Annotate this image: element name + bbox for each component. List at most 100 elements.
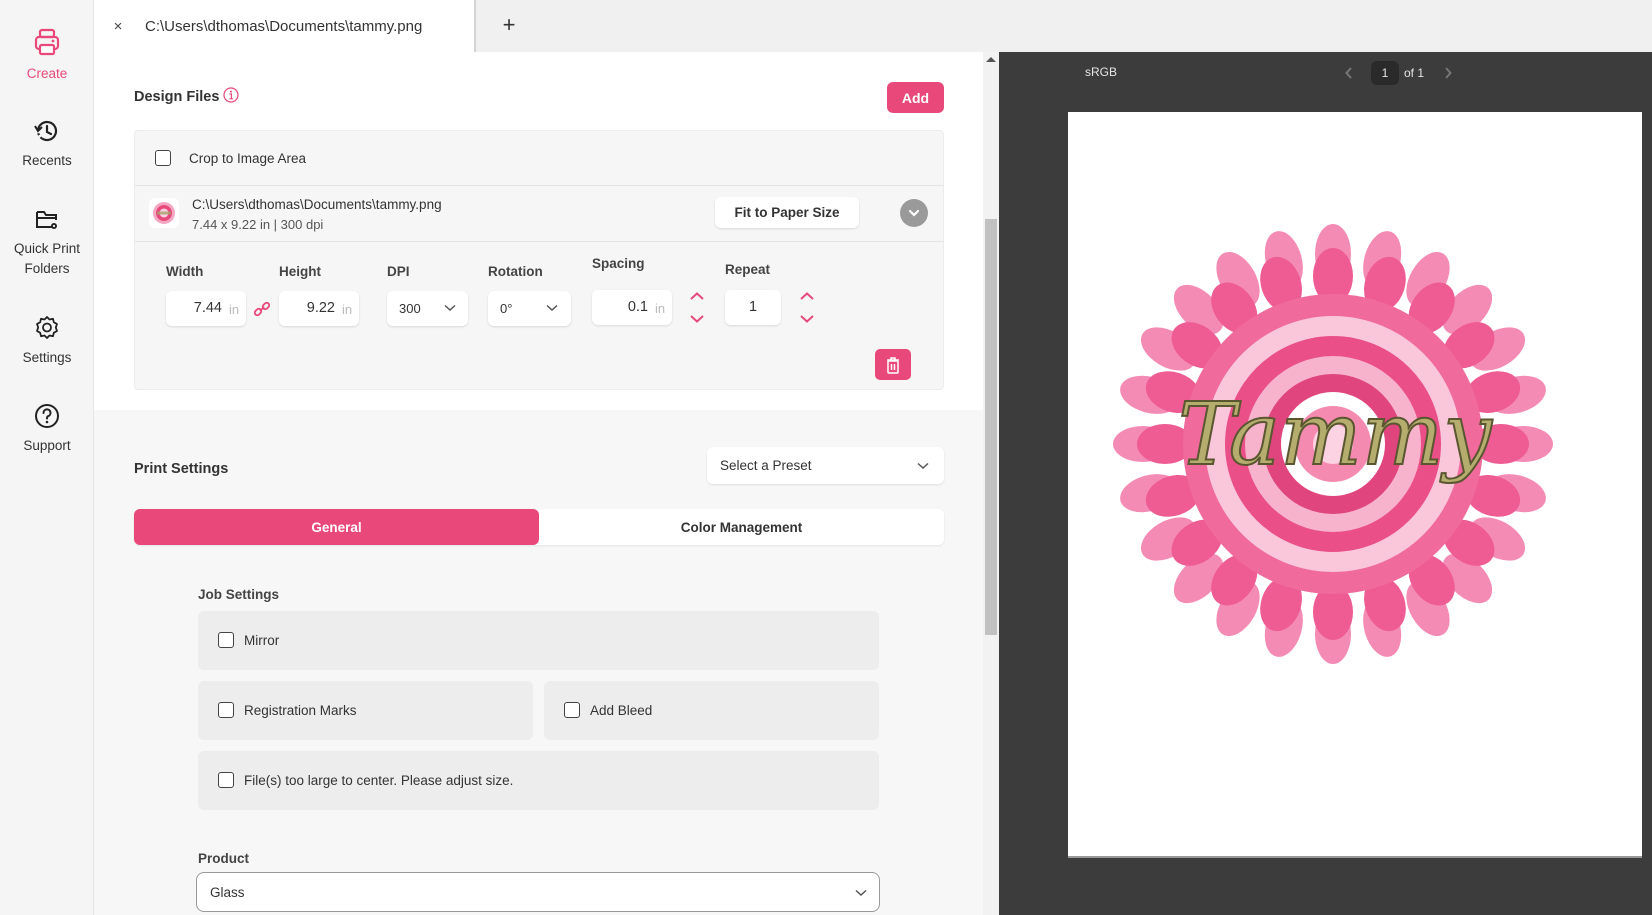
tab-bar: × C:\Users\dthomas\Documents\tammy.png +	[94, 0, 1652, 52]
preview-panel: sRGB 1 of 1 Tammy	[999, 52, 1652, 915]
chevron-down-icon	[908, 209, 920, 217]
link-aspect-icon[interactable]	[253, 300, 271, 318]
spacing-field[interactable]: in	[592, 290, 672, 325]
delete-file-button[interactable]	[875, 349, 911, 380]
chevron-down-icon	[444, 304, 456, 312]
page-total-label: of 1	[1404, 66, 1424, 80]
print-settings-tabs: General Color Management	[134, 509, 944, 545]
chevron-down-icon	[800, 315, 814, 323]
nav-label: Quick Print Folders	[13, 241, 81, 276]
page-navigator: 1 of 1	[1339, 61, 1458, 85]
artwork-text: Tammy	[1178, 385, 1493, 485]
add-design-file-button[interactable]: Add	[887, 82, 944, 113]
registration-marks-label: Registration Marks	[244, 703, 357, 718]
print-settings-title: Print Settings	[134, 461, 229, 477]
repeat-label: Repeat	[725, 262, 771, 277]
dpi-select[interactable]: 300	[387, 291, 468, 326]
product-select[interactable]: Glass	[196, 872, 880, 912]
nav-item-settings[interactable]: Settings	[0, 314, 94, 368]
chevron-right-icon	[1445, 67, 1452, 79]
design-file-card: Crop to Image Area C:\Users\dthomas\Docu…	[134, 130, 944, 390]
rotation-label: Rotation	[488, 264, 543, 279]
registration-marks-checkbox[interactable]	[218, 702, 234, 718]
nav-label: Create	[26, 66, 68, 81]
color-profile-label: sRGB	[1085, 65, 1118, 79]
product-value: Glass	[210, 885, 245, 900]
preset-select[interactable]: Select a Preset	[707, 447, 944, 484]
file-row: C:\Users\dthomas\Documents\tammy.png 7.4…	[135, 186, 943, 242]
chevron-down-icon	[917, 462, 929, 470]
job-settings-title: Job Settings	[198, 587, 280, 602]
tab-title: C:\Users\dthomas\Documents\tammy.png	[145, 17, 423, 35]
fit-to-paper-size-button[interactable]: Fit to Paper Size	[715, 197, 859, 228]
page-total: 1	[1417, 66, 1425, 80]
height-field[interactable]: in	[279, 291, 359, 326]
nav-label: Recents	[22, 153, 72, 168]
spacing-input[interactable]	[596, 299, 648, 315]
mirror-option: Mirror	[198, 611, 879, 670]
page-number-input[interactable]: 1	[1371, 61, 1399, 85]
gear-icon	[36, 316, 58, 339]
nav-item-support[interactable]: Support	[0, 402, 94, 456]
trash-icon	[887, 356, 899, 374]
chevron-up-icon	[690, 292, 704, 300]
design-files-title: Design Files	[134, 89, 220, 105]
height-input[interactable]	[283, 300, 335, 316]
tab-color-management[interactable]: Color Management	[539, 509, 944, 545]
crop-row: Crop to Image Area	[135, 131, 943, 186]
spacing-stepper[interactable]	[689, 291, 705, 325]
product-label: Product	[198, 851, 250, 866]
rotation-select[interactable]: 0°	[488, 291, 571, 326]
nav-item-quick-print-folders[interactable]: Quick Print Folders	[0, 207, 94, 279]
mirror-checkbox[interactable]	[218, 632, 234, 648]
repeat-input[interactable]	[729, 299, 777, 315]
rotation-value: 0°	[500, 301, 513, 316]
nav-label: Support	[23, 438, 71, 453]
mirror-label: Mirror	[244, 633, 280, 648]
info-icon[interactable]	[223, 87, 239, 103]
too-large-checkbox[interactable]	[218, 772, 234, 788]
dpi-value: 300	[399, 301, 421, 316]
nav-label: Settings	[22, 350, 72, 365]
add-bleed-checkbox[interactable]	[564, 702, 580, 718]
file-meta: 7.44 x 9.22 in | 300 dpi	[192, 217, 324, 232]
of-label: of	[1404, 66, 1415, 80]
repeat-field[interactable]	[725, 290, 781, 325]
tab-general[interactable]: General	[134, 509, 539, 545]
folder-gear-icon	[36, 211, 57, 229]
height-unit: in	[342, 302, 353, 317]
dpi-label: DPI	[387, 264, 410, 279]
width-input[interactable]	[170, 300, 222, 316]
prev-page-button[interactable]	[1339, 61, 1359, 85]
repeat-stepper[interactable]	[799, 291, 815, 325]
nav-item-create[interactable]: Create	[0, 28, 94, 84]
chevron-down-icon	[690, 315, 704, 323]
tab-tammy-png[interactable]: × C:\Users\dthomas\Documents\tammy.png	[94, 0, 476, 52]
design-files-section: Design Files Add Crop to Image Area C:\U…	[94, 52, 983, 410]
scroll-thumb[interactable]	[985, 219, 997, 635]
preset-placeholder: Select a Preset	[720, 458, 812, 473]
close-tab-button[interactable]: ×	[111, 18, 125, 35]
spacing-unit: in	[655, 301, 666, 316]
file-thumbnail	[149, 198, 179, 228]
add-bleed-label: Add Bleed	[590, 703, 653, 718]
registration-marks-option: Registration Marks	[198, 681, 533, 740]
width-field[interactable]: in	[166, 291, 246, 326]
content-scrollbar[interactable]	[983, 52, 999, 915]
add-bleed-option: Add Bleed	[544, 681, 879, 740]
image-thumbnail-icon	[153, 202, 175, 224]
crop-to-image-area-checkbox[interactable]	[155, 150, 171, 166]
too-large-label: File(s) too large to center. Please adju…	[244, 773, 514, 788]
next-page-button[interactable]	[1438, 61, 1458, 85]
help-circle-icon	[35, 404, 59, 428]
file-path: C:\Users\dthomas\Documents\tammy.png	[192, 197, 442, 212]
expand-file-button[interactable]	[900, 199, 928, 227]
width-label: Width	[166, 264, 204, 279]
chevron-left-icon	[1345, 67, 1352, 79]
nav-item-recents[interactable]: Recents	[0, 117, 94, 171]
history-icon	[34, 120, 58, 142]
scroll-up-arrow[interactable]	[986, 57, 996, 62]
add-tab-button[interactable]: +	[494, 12, 524, 40]
crop-to-image-area-label: Crop to Image Area	[189, 151, 307, 166]
left-nav: Create Recents Quick Print Folders Setti…	[0, 0, 94, 915]
